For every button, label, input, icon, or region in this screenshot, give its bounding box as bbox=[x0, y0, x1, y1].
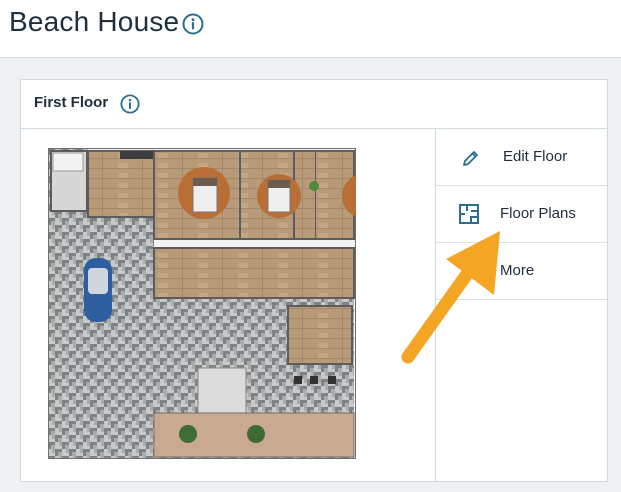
floor-plan-area[interactable] bbox=[21, 129, 436, 481]
more-label: More bbox=[500, 262, 535, 279]
info-icon[interactable] bbox=[182, 13, 204, 35]
floor-title: First Floor bbox=[34, 94, 109, 111]
floor-plan-image[interactable] bbox=[48, 148, 356, 459]
floor-card: First Floor Edit Floor Floor Plans More bbox=[20, 79, 608, 482]
floor-plans-label: Floor Plans bbox=[500, 205, 576, 222]
top-bar: Beach House bbox=[0, 0, 621, 58]
info-icon[interactable] bbox=[120, 94, 140, 114]
edit-floor-button[interactable]: Edit Floor bbox=[436, 129, 607, 186]
floor-plan-icon bbox=[459, 204, 479, 224]
edit-floor-label: Edit Floor bbox=[503, 148, 568, 165]
more-button[interactable]: More bbox=[436, 243, 607, 300]
pencil-icon bbox=[463, 151, 478, 166]
floor-menu: Edit Floor Floor Plans More bbox=[436, 129, 607, 300]
card-header: First Floor bbox=[21, 80, 607, 129]
page-title: Beach House bbox=[9, 6, 180, 37]
floor-plans-button[interactable]: Floor Plans bbox=[436, 186, 607, 243]
